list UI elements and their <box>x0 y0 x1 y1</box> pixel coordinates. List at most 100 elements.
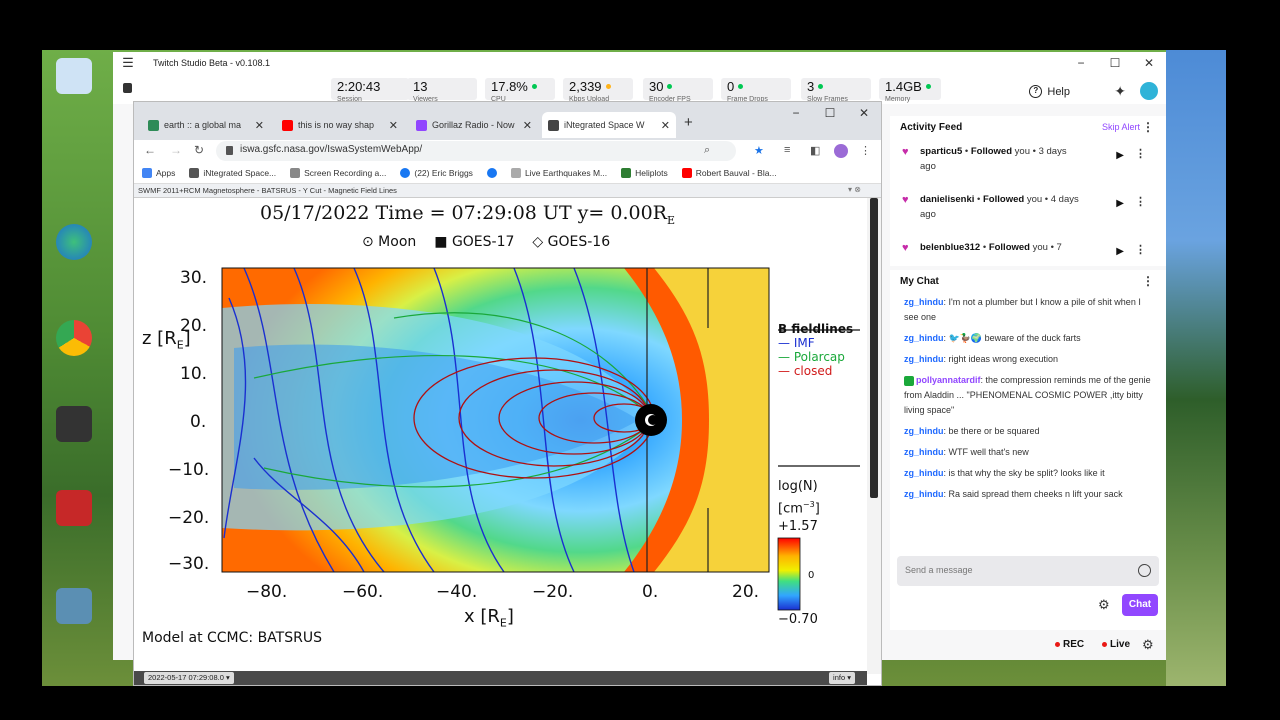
tab-favicon-icon <box>148 119 159 131</box>
info-select[interactable]: info ▾ <box>829 672 855 684</box>
help-button[interactable]: ? Help <box>1029 85 1070 98</box>
more-options-icon[interactable]: ⋮ <box>1135 195 1146 210</box>
chat-send-button[interactable]: Chat <box>1122 594 1158 616</box>
heart-icon: ♥ <box>902 194 909 206</box>
feed-time: you • 3 days <box>1014 146 1067 157</box>
bookmark-star-icon[interactable]: ★ <box>754 144 764 157</box>
stats-bar: 2:20:43 Session 13 Viewers 17.8% CPU 2,339 K… <box>113 74 1166 104</box>
colorbar-unit-text: [cm <box>778 501 803 517</box>
fieldline-label: Polarcap <box>793 350 845 364</box>
magic-wand-icon[interactable]: ✦ <box>1114 83 1126 100</box>
bookmark-label: Screen Recording a... <box>304 167 387 178</box>
close-tab-icon[interactable]: ✕ <box>255 119 264 132</box>
panel-title: Activity Feed <box>900 121 963 133</box>
bookmark-robert-bauval[interactable]: Robert Bauval - Bla... <box>681 167 777 178</box>
chat-user[interactable]: zg_hindu <box>904 297 944 307</box>
emoji-icon[interactable] <box>1138 564 1151 577</box>
close-tab-icon[interactable]: ✕ <box>523 119 532 132</box>
feed-item: ♥ sparticu5 • Followed you • 3 days ago … <box>902 146 1146 172</box>
chat-user[interactable]: pollyannatardif <box>916 375 981 385</box>
fieldline-legend-imf: — IMF <box>778 336 815 350</box>
chat-text: : WTF well that's new <box>943 447 1029 457</box>
chat-message: pollyannatardif: the compression reminds… <box>890 370 1166 421</box>
close-button[interactable]: ✕ <box>1132 52 1166 74</box>
bookmark-earthquakes[interactable]: Live Earthquakes M... <box>510 167 607 178</box>
scrollbar[interactable] <box>867 198 881 674</box>
live-button[interactable]: Live <box>1102 639 1130 650</box>
url-field[interactable]: iswa.gsfc.nasa.gov/IswaSystemWebApp/ <box>216 141 736 161</box>
feed-action: Followed <box>970 146 1013 157</box>
bookmark-eric-briggs[interactable]: (22) Eric Briggs <box>400 167 473 178</box>
desktop-icon-chrome[interactable] <box>48 320 100 382</box>
url-text: iswa.gsfc.nasa.gov/IswaSystemWebApp/ <box>240 144 423 155</box>
chat-message: zg_hindu: I'm not a plumber but I know a… <box>890 292 1166 328</box>
bookmark-favicon-icon <box>621 167 632 178</box>
desktop-icon-recycle-bin[interactable] <box>48 58 100 120</box>
desktop-icon-edge[interactable] <box>48 224 100 286</box>
bookmark-apps[interactable]: Apps <box>142 167 175 178</box>
hamburger-menu-icon[interactable]: ☰ <box>113 55 143 71</box>
chat-user[interactable]: zg_hindu <box>904 468 944 478</box>
close-button[interactable]: ✕ <box>847 106 881 120</box>
play-icon[interactable]: ▶ <box>1116 244 1124 259</box>
chat-user[interactable]: zg_hindu <box>904 489 944 499</box>
close-tab-icon[interactable]: ✕ <box>661 119 670 132</box>
desktop-icon-campsite[interactable] <box>48 588 100 650</box>
tab-favicon-icon <box>416 119 427 131</box>
fieldline-legend: B fieldlines — IMF — Polarcap — closed <box>778 322 853 378</box>
ytick: −20. <box>168 508 210 528</box>
titlebar: ☰ Twitch Studio Beta - v0.108.1 − ☐ ✕ <box>113 52 1166 74</box>
tab-iswa[interactable]: iNtegrated Space W ✕ <box>542 112 676 138</box>
more-options-icon[interactable]: ⋮ <box>1142 120 1154 134</box>
extensions-icon[interactable]: ≡ <box>784 144 790 156</box>
tab-youtube[interactable]: this is no way shap ✕ <box>276 112 404 138</box>
help-icon: ? <box>1029 85 1043 98</box>
zoom-icon[interactable]: ⌕ <box>704 144 710 157</box>
z-axis-label: z [RE] <box>142 328 191 352</box>
maximize-button[interactable]: ☐ <box>1098 52 1132 74</box>
chat-user[interactable]: zg_hindu <box>904 333 944 343</box>
reload-icon[interactable]: ↻ <box>194 143 204 157</box>
chat-user[interactable]: zg_hindu <box>904 426 944 436</box>
forward-icon[interactable]: → <box>170 143 182 157</box>
widget-controls-icon[interactable]: ▾ ⊗ <box>848 185 861 194</box>
bookmark-facebook[interactable] <box>486 167 497 178</box>
chat-input[interactable]: Send a message <box>897 556 1159 586</box>
profile-icon[interactable] <box>834 144 848 158</box>
feed-time-cont: ago <box>920 209 936 220</box>
tab-gorillaz[interactable]: Gorillaz Radio - Now ✕ <box>410 112 538 138</box>
avatar[interactable] <box>1140 82 1158 100</box>
rec-button[interactable]: REC <box>1055 639 1084 650</box>
bookmark-screen-recording[interactable]: Screen Recording a... <box>290 167 387 178</box>
bookmark-iswa[interactable]: iNtegrated Space... <box>189 167 276 178</box>
stream-settings-gear-icon[interactable]: ⚙ <box>1142 637 1154 653</box>
ytick: 10. <box>180 364 208 384</box>
play-icon[interactable]: ▶ <box>1116 196 1124 211</box>
more-options-icon[interactable]: ⋮ <box>1135 243 1146 258</box>
ytick: −10. <box>168 460 210 480</box>
maximize-button[interactable]: ☐ <box>813 106 847 120</box>
bookmark-heliplots[interactable]: Heliplots <box>621 167 668 178</box>
chat-settings-gear-icon[interactable]: ⚙ <box>1098 597 1110 613</box>
minimize-button[interactable]: − <box>1064 52 1098 74</box>
scrollbar-thumb[interactable] <box>870 198 878 498</box>
desktop-icon-snip[interactable] <box>48 406 100 468</box>
minimize-button[interactable]: − <box>779 106 813 120</box>
desktop-icon-dragon[interactable] <box>48 490 100 552</box>
lock-icon[interactable] <box>123 83 132 93</box>
fieldline-legend-closed: — closed <box>778 364 833 378</box>
sidepanel-icon[interactable]: ◧ <box>810 144 820 157</box>
new-tab-icon[interactable]: + <box>684 114 693 131</box>
date-select[interactable]: 2022-05-17 07:29:08.0 ▾ <box>144 672 234 684</box>
tab-earth[interactable]: earth :: a global ma ✕ <box>142 112 270 138</box>
chrome-icon <box>56 320 92 356</box>
close-tab-icon[interactable]: ✕ <box>389 119 398 132</box>
skip-alert-button[interactable]: Skip Alert <box>1102 122 1140 132</box>
back-icon[interactable]: ← <box>144 143 156 157</box>
chat-user[interactable]: zg_hindu <box>904 354 944 364</box>
chrome-menu-icon[interactable]: ⋮ <box>860 144 871 157</box>
chat-user[interactable]: zg_hindu <box>904 447 944 457</box>
more-options-icon[interactable]: ⋮ <box>1142 274 1154 288</box>
play-icon[interactable]: ▶ <box>1116 148 1124 163</box>
more-options-icon[interactable]: ⋮ <box>1135 147 1146 162</box>
